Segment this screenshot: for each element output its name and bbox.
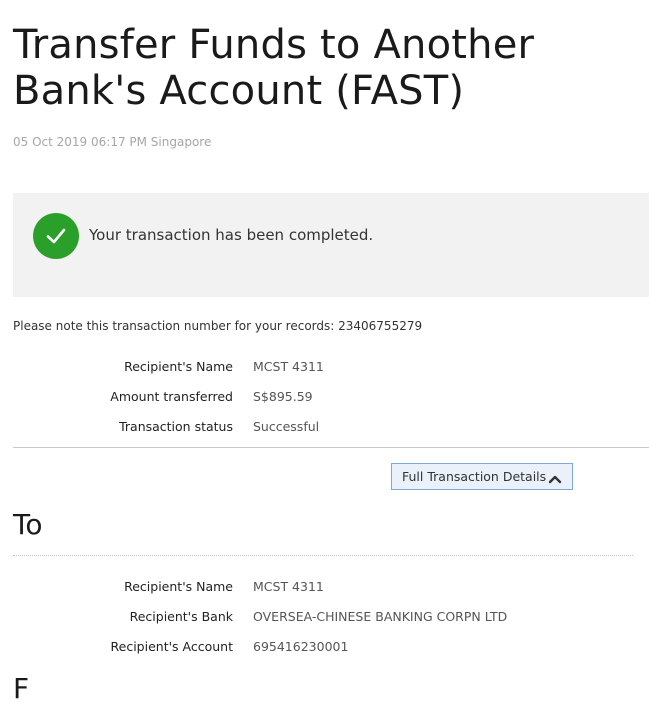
to-value: 695416230001 (253, 639, 349, 654)
chevron-up-icon (548, 472, 562, 487)
summary-value: MCST 4311 (253, 359, 324, 374)
summary-label: Recipient's Name (124, 359, 233, 374)
section-divider (13, 447, 649, 448)
from-section-heading: F (13, 672, 30, 705)
timestamp: 05 Oct 2019 06:17 PM Singapore (13, 135, 212, 149)
full-transaction-details-button[interactable]: Full Transaction Details (391, 463, 573, 490)
to-label: Recipient's Bank (129, 609, 233, 624)
to-label: Recipient's Account (110, 639, 233, 654)
summary-label: Transaction status (119, 419, 233, 434)
to-section-heading: To (13, 508, 43, 541)
to-label: Recipient's Name (124, 579, 233, 594)
to-value: OVERSEA-CHINESE BANKING CORPN LTD (253, 609, 508, 624)
success-message: Your transaction has been completed. (89, 226, 374, 244)
summary-label: Amount transferred (110, 389, 233, 404)
summary-value: Successful (253, 419, 320, 434)
check-icon (33, 213, 79, 259)
to-value: MCST 4311 (253, 579, 324, 594)
summary-value: S$895.59 (253, 389, 313, 404)
dotted-divider (13, 555, 633, 556)
transaction-number-note: Please note this transaction number for … (13, 319, 423, 333)
success-banner: Your transaction has been completed. (13, 193, 649, 297)
page-title: Transfer Funds to Another Bank's Account… (13, 22, 535, 114)
details-button-label: Full Transaction Details (402, 469, 547, 484)
